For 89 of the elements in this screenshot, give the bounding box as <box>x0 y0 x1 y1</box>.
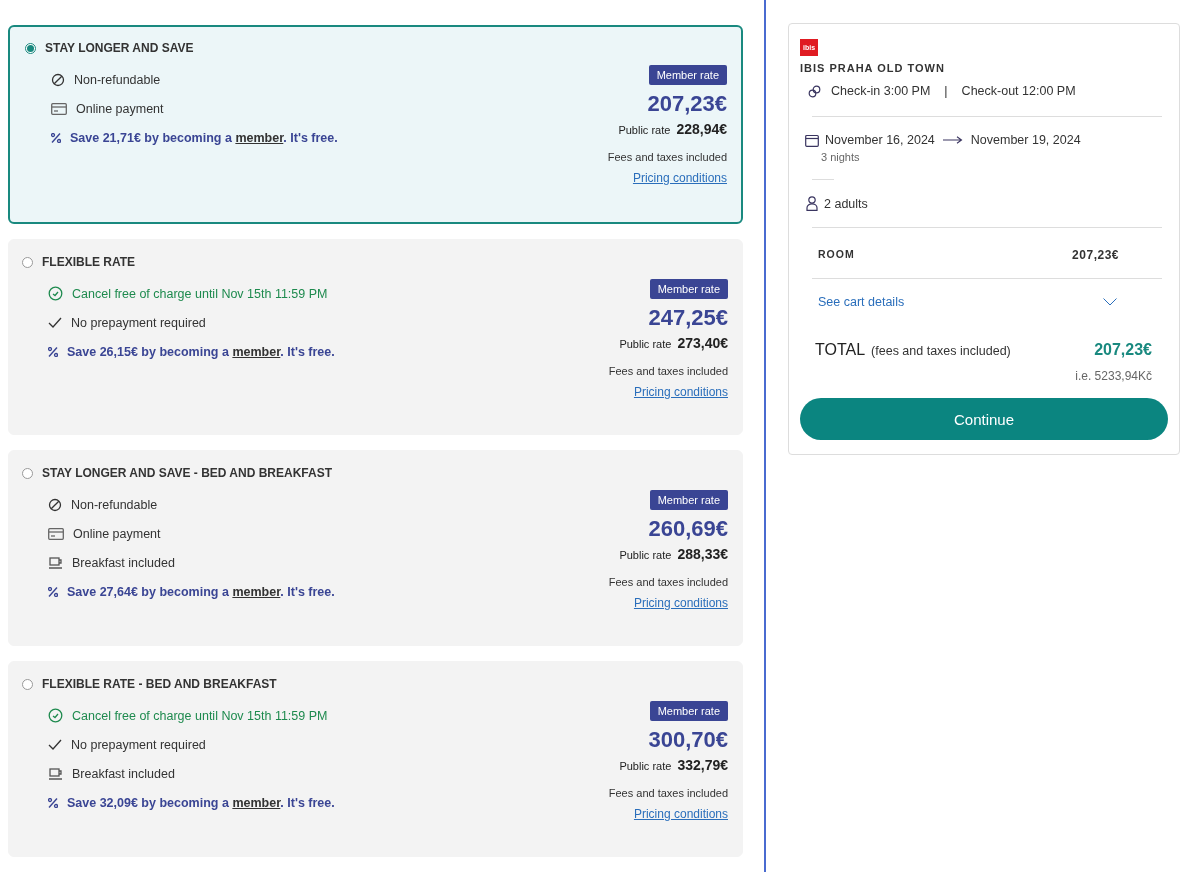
feature-text: Non-refundable <box>74 72 161 87</box>
room-price: 207,23€ <box>1072 248 1119 262</box>
rate-title: STAY LONGER AND SAVE <box>45 41 194 55</box>
rate-card[interactable]: STAY LONGER AND SAVE Non-refundable Online payment Save 21,71€ by becoming a member. It's free. Member rate 207,23€ Public rate 228,94€ Fees and taxes included Pricing conditions <box>8 25 743 224</box>
fees-note: Fees and taxes included <box>607 151 727 163</box>
radio-button[interactable] <box>22 678 33 690</box>
rate-card[interactable] <box>8 450 743 646</box>
public-rate-label: Public rate <box>619 338 672 350</box>
rate-card[interactable] <box>8 239 743 435</box>
member-price: 260,69€ <box>648 516 728 542</box>
rate-title: STAY LONGER AND SAVE - BED AND BREAKFAST <box>42 466 333 480</box>
percent-icon <box>48 797 58 808</box>
arrow-right-icon <box>942 136 963 144</box>
public-price: 332,79€ <box>677 757 728 773</box>
calendar-icon <box>805 133 819 147</box>
credit-card-icon <box>51 102 67 115</box>
pricing-conditions-link[interactable]: Pricing conditions <box>633 596 728 610</box>
member-price: 247,25€ <box>648 305 728 331</box>
feature-text: Online payment <box>73 526 161 541</box>
pricing-conditions-link[interactable]: Pricing conditions <box>633 385 728 399</box>
member-rate-badge: Member rate <box>649 490 728 510</box>
percent-icon <box>48 346 58 357</box>
member-link[interactable]: member <box>232 344 281 359</box>
check-icon <box>48 316 62 329</box>
member-savings-text: Save 27,64€ by becoming a member. It's free. <box>67 584 335 599</box>
feature-text: No prepayment required <box>71 315 206 330</box>
pricing-conditions-link[interactable]: Pricing conditions <box>633 807 728 821</box>
total-note: (fees and taxes included) <box>871 344 1011 358</box>
member-rate-badge: Member rate <box>649 279 728 299</box>
feature-text: Non-refundable <box>71 497 158 512</box>
clock-icon <box>48 708 63 723</box>
total-label: TOTAL <box>815 341 866 359</box>
feature-text: No prepayment required <box>71 737 206 752</box>
feature-text: Online payment <box>76 101 164 116</box>
departure-date: November 19, 2024 <box>970 133 1081 147</box>
rate-card[interactable] <box>8 661 743 857</box>
member-link[interactable]: member <box>232 584 281 599</box>
public-price: 273,40€ <box>677 335 728 351</box>
pricing-conditions-link[interactable]: Pricing conditions <box>632 171 727 185</box>
member-rate-badge: Member rate <box>648 65 727 85</box>
public-price: 288,33€ <box>677 546 728 562</box>
fees-note: Fees and taxes included <box>608 576 728 588</box>
member-savings-text: Save 32,09€ by becoming a member. It's free. <box>67 795 335 810</box>
member-rate-badge: Member rate <box>649 701 728 721</box>
member-link[interactable]: member <box>232 795 281 810</box>
member-link[interactable]: member <box>235 130 284 145</box>
check-out-time: Check-out 12:00 PM <box>961 84 1076 98</box>
member-savings-text: Save 26,15€ by becoming a member. It's free. <box>67 344 335 359</box>
prohibited-icon <box>51 72 65 87</box>
radio-button[interactable] <box>22 467 33 479</box>
radio-button[interactable] <box>22 256 33 268</box>
cup-icon <box>48 556 63 569</box>
arrival-date: November 16, 2024 <box>825 133 935 147</box>
nights-count: 3 nights <box>821 151 861 163</box>
cart-details-link[interactable]: See cart details <box>818 295 905 309</box>
total-price: 207,23€ <box>1094 341 1152 359</box>
guests-count: 2 adults <box>824 196 868 211</box>
fees-note: Fees and taxes included <box>608 365 728 377</box>
feature-text: Breakfast included <box>72 555 175 570</box>
member-price: 300,70€ <box>648 727 728 753</box>
public-rate-label: Public rate <box>619 760 672 772</box>
converted-price: i.e. 5233,94Kč <box>1074 369 1153 383</box>
member-price: 207,23€ <box>647 91 727 117</box>
feature-text: Breakfast included <box>72 766 175 781</box>
radio-button[interactable] <box>25 42 36 54</box>
percent-icon <box>51 132 61 143</box>
public-rate-label: Public rate <box>618 124 671 136</box>
feature-text: Cancel free of charge until Nov 15th 11:59 PM <box>72 708 328 723</box>
link-icon <box>808 84 821 98</box>
person-icon <box>806 196 818 211</box>
feature-text: Cancel free of charge until Nov 15th 11:59 PM <box>72 286 328 301</box>
member-savings-text: Save 21,71€ by becoming a member. It's free. <box>70 130 338 145</box>
room-label: ROOM <box>818 248 855 262</box>
separator-text: | <box>944 84 948 98</box>
public-rate-label: Public rate <box>619 549 672 561</box>
clock-icon <box>48 286 63 301</box>
check-icon <box>48 738 62 751</box>
percent-icon <box>48 586 58 597</box>
prohibited-icon <box>48 497 62 512</box>
continue-button[interactable]: Continue <box>800 398 1168 440</box>
credit-card-icon <box>48 527 64 540</box>
public-price: 228,94€ <box>676 121 727 137</box>
cup-icon <box>48 767 63 780</box>
rate-title: FLEXIBLE RATE - BED AND BREAKFAST <box>42 677 277 691</box>
hotel-name: IBIS PRAHA OLD TOWN <box>800 62 946 74</box>
chevron-down-icon[interactable] <box>1103 298 1117 306</box>
rate-title: FLEXIBLE RATE <box>42 255 136 269</box>
fees-note: Fees and taxes included <box>608 787 728 799</box>
check-in-time: Check-in 3:00 PM <box>831 84 931 98</box>
